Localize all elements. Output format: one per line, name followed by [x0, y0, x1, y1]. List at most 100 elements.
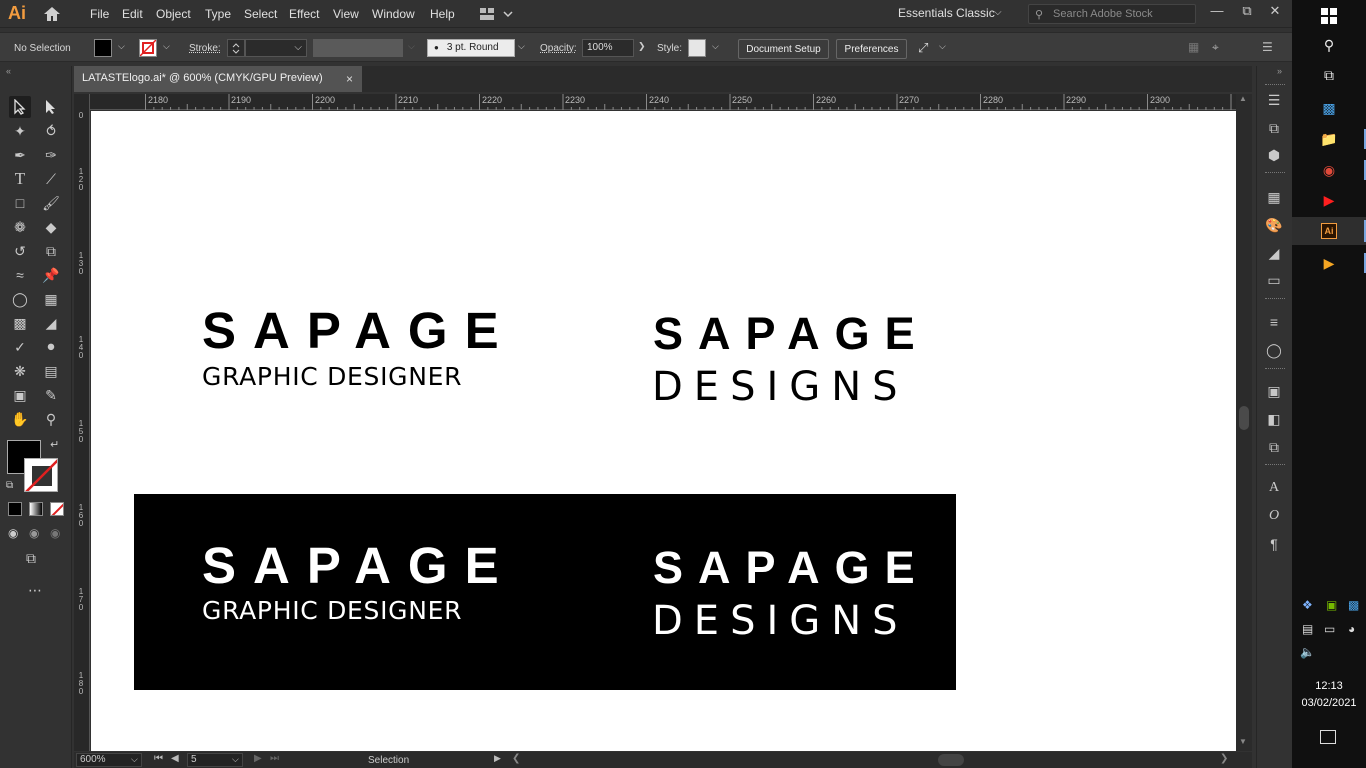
pathfinder-panel-icon[interactable]: ⧉	[1264, 437, 1284, 457]
network-tray-icon[interactable]: ❖	[1302, 598, 1313, 612]
rectangle-tool-icon[interactable]: □	[9, 192, 31, 214]
app-tray-icon[interactable]: ▩	[1348, 598, 1359, 612]
stroke-color-box[interactable]	[24, 458, 58, 492]
color-panel-icon[interactable]: 🎨	[1264, 215, 1284, 235]
artboards-panel-icon[interactable]: ⧉	[1264, 118, 1284, 138]
chevron-down-icon[interactable]: ⌵	[232, 754, 239, 765]
logo-sapage-2[interactable]: SAPAGE	[653, 308, 930, 360]
puppet-warp-tool-icon[interactable]: 📌	[40, 264, 62, 286]
logo-tagline-3[interactable]: GRAPHIC DESIGNER	[202, 596, 462, 625]
collapse-panels-icon[interactable]: »	[1277, 66, 1282, 76]
panel-menu-icon[interactable]: ☰	[1262, 40, 1273, 54]
display-tray-icon[interactable]: ▤	[1302, 622, 1313, 636]
document-setup-button[interactable]: Document Setup	[738, 39, 829, 59]
vertical-ruler[interactable]: 0 1 2 0 1 3 0 1 4 0 1 5 0 1 6 0 1 7 0 1 …	[74, 94, 90, 751]
zoom-tool-icon[interactable]: ⚲	[40, 408, 62, 430]
variable-width-profile[interactable]	[313, 39, 403, 57]
hand-tool-icon[interactable]: ✋	[9, 408, 31, 430]
menu-window[interactable]: Window	[372, 7, 415, 21]
draw-normal-icon[interactable]: ◉	[8, 526, 18, 540]
control-panel-icon[interactable]: ▩	[1318, 97, 1340, 119]
preferences-button[interactable]: Preferences	[836, 39, 907, 59]
paragraph-panel-icon[interactable]: ¶	[1264, 534, 1284, 554]
wifi-tray-icon[interactable]: ◕	[1348, 622, 1355, 636]
slice-tool-icon[interactable]: ✎	[40, 384, 62, 406]
stroke-weight-field[interactable]: ⌵	[245, 39, 307, 57]
eraser-tool-icon[interactable]: ◆	[40, 216, 62, 238]
curvature-tool-icon[interactable]: ✑	[40, 144, 62, 166]
menu-help[interactable]: Help	[430, 7, 455, 21]
mesh-tool-icon[interactable]: ▩	[9, 312, 31, 334]
menu-type[interactable]: Type	[205, 7, 231, 21]
vertical-scrollbar[interactable]: ▲ ▼	[1236, 94, 1252, 751]
gradient-panel-icon[interactable]: ▭	[1264, 270, 1284, 290]
gradient-mode-button[interactable]	[29, 502, 43, 516]
restore-button[interactable]: ⧉	[1236, 3, 1258, 21]
shaper-tool-icon[interactable]: ❁	[9, 216, 31, 238]
logo-sapage-4[interactable]: SAPAGE	[653, 542, 930, 594]
selection-tool-icon[interactable]	[9, 96, 31, 118]
chevron-down-icon[interactable]: ⌵	[131, 754, 138, 765]
logo-tagline-1[interactable]: GRAPHIC DESIGNER	[202, 362, 462, 391]
chevron-down-icon[interactable]: ⌵	[518, 41, 525, 52]
fill-swatch[interactable]	[94, 39, 112, 57]
direct-selection-tool-icon[interactable]	[40, 96, 62, 118]
type-tool-icon[interactable]: T	[9, 168, 31, 190]
scroll-right-icon[interactable]: ❯	[1220, 753, 1228, 764]
libraries-panel-icon[interactable]: ⬢	[1264, 145, 1284, 165]
stroke-swatch[interactable]	[139, 39, 157, 57]
chevron-down-icon[interactable]: ⌵	[994, 7, 1002, 18]
menu-view[interactable]: View	[333, 7, 359, 21]
rotate-tool-icon[interactable]: ↺	[9, 240, 31, 262]
menu-select[interactable]: Select	[244, 7, 277, 21]
symbol-sprayer-tool-icon[interactable]: ❋	[9, 360, 31, 382]
blend-tool-icon[interactable]: ⚫	[40, 336, 62, 358]
opacity-label[interactable]: Opacity:	[540, 43, 577, 54]
align-panel-icon[interactable]: ◧	[1264, 409, 1284, 429]
pen-tool-icon[interactable]: ✒	[9, 144, 31, 166]
minimize-button[interactable]: —	[1206, 3, 1228, 21]
gradient-tool-icon[interactable]: ◢	[40, 312, 62, 334]
previous-artboard-icon[interactable]: ◀	[171, 753, 179, 764]
chevron-right-icon[interactable]: ❯	[638, 41, 646, 52]
screen-mode-icon[interactable]: ⧉	[26, 550, 36, 567]
chrome-icon[interactable]: ◉	[1318, 159, 1340, 181]
notifications-icon[interactable]	[1320, 730, 1336, 744]
draw-behind-icon[interactable]: ◉	[29, 526, 39, 540]
swatches-panel-icon[interactable]: ▦	[1264, 187, 1284, 207]
media-player-icon[interactable]: ▶	[1318, 252, 1340, 274]
volume-tray-icon[interactable]: 🔈	[1300, 645, 1315, 659]
chevron-down-icon[interactable]: ⌵	[118, 41, 125, 52]
battery-tray-icon[interactable]: ▭	[1324, 622, 1335, 636]
magic-wand-tool-icon[interactable]: ✦	[9, 120, 31, 142]
width-tool-icon[interactable]: ≈	[9, 264, 31, 286]
scale-tool-icon[interactable]: ⧉	[40, 240, 62, 262]
logo-tagline-2[interactable]: DESIGNS	[652, 364, 909, 410]
artboard[interactable]: SAPAGE GRAPHIC DESIGNER SAPAGE DESIGNS S…	[91, 111, 1236, 751]
graphic-style-swatch[interactable]	[688, 39, 706, 57]
eyedropper-tool-icon[interactable]: ✓	[9, 336, 31, 358]
default-fill-stroke-icon[interactable]: ⧉	[6, 480, 13, 491]
brush-definition[interactable]: ● 3 pt. Round	[427, 39, 515, 57]
chevron-down-icon[interactable]: ⌵	[163, 41, 170, 52]
stock-search-input[interactable]: ⚲ Search Adobe Stock	[1028, 4, 1196, 24]
color-mode-button[interactable]	[8, 502, 22, 516]
isolate-icon[interactable]: ⌖	[1212, 40, 1219, 55]
logo-sapage-1[interactable]: SAPAGE	[202, 301, 516, 360]
horizontal-scroll-thumb[interactable]	[938, 754, 964, 766]
character-panel-icon[interactable]: A	[1264, 478, 1284, 498]
youtube-icon[interactable]: ▶	[1318, 189, 1340, 211]
draw-inside-icon[interactable]: ◉	[50, 526, 60, 540]
scroll-down-icon[interactable]: ▼	[1239, 737, 1247, 746]
task-view-icon[interactable]: ⧉	[1318, 64, 1340, 86]
transform-icon[interactable]: ⤢	[918, 40, 928, 56]
workspace-switcher[interactable]: Essentials Classic	[898, 6, 995, 20]
scroll-up-icon[interactable]: ▲	[1239, 94, 1247, 103]
close-window-button[interactable]: ✕	[1264, 3, 1286, 21]
paintbrush-tool-icon[interactable]: 🖌	[40, 192, 62, 214]
menu-file[interactable]: File	[90, 7, 109, 21]
appearance-panel-icon[interactable]: ◯	[1264, 340, 1284, 360]
clock-date[interactable]: 03/02/2021	[1292, 697, 1366, 709]
arrange-documents-icon[interactable]	[478, 6, 518, 22]
opentype-panel-icon[interactable]: O	[1264, 506, 1284, 526]
